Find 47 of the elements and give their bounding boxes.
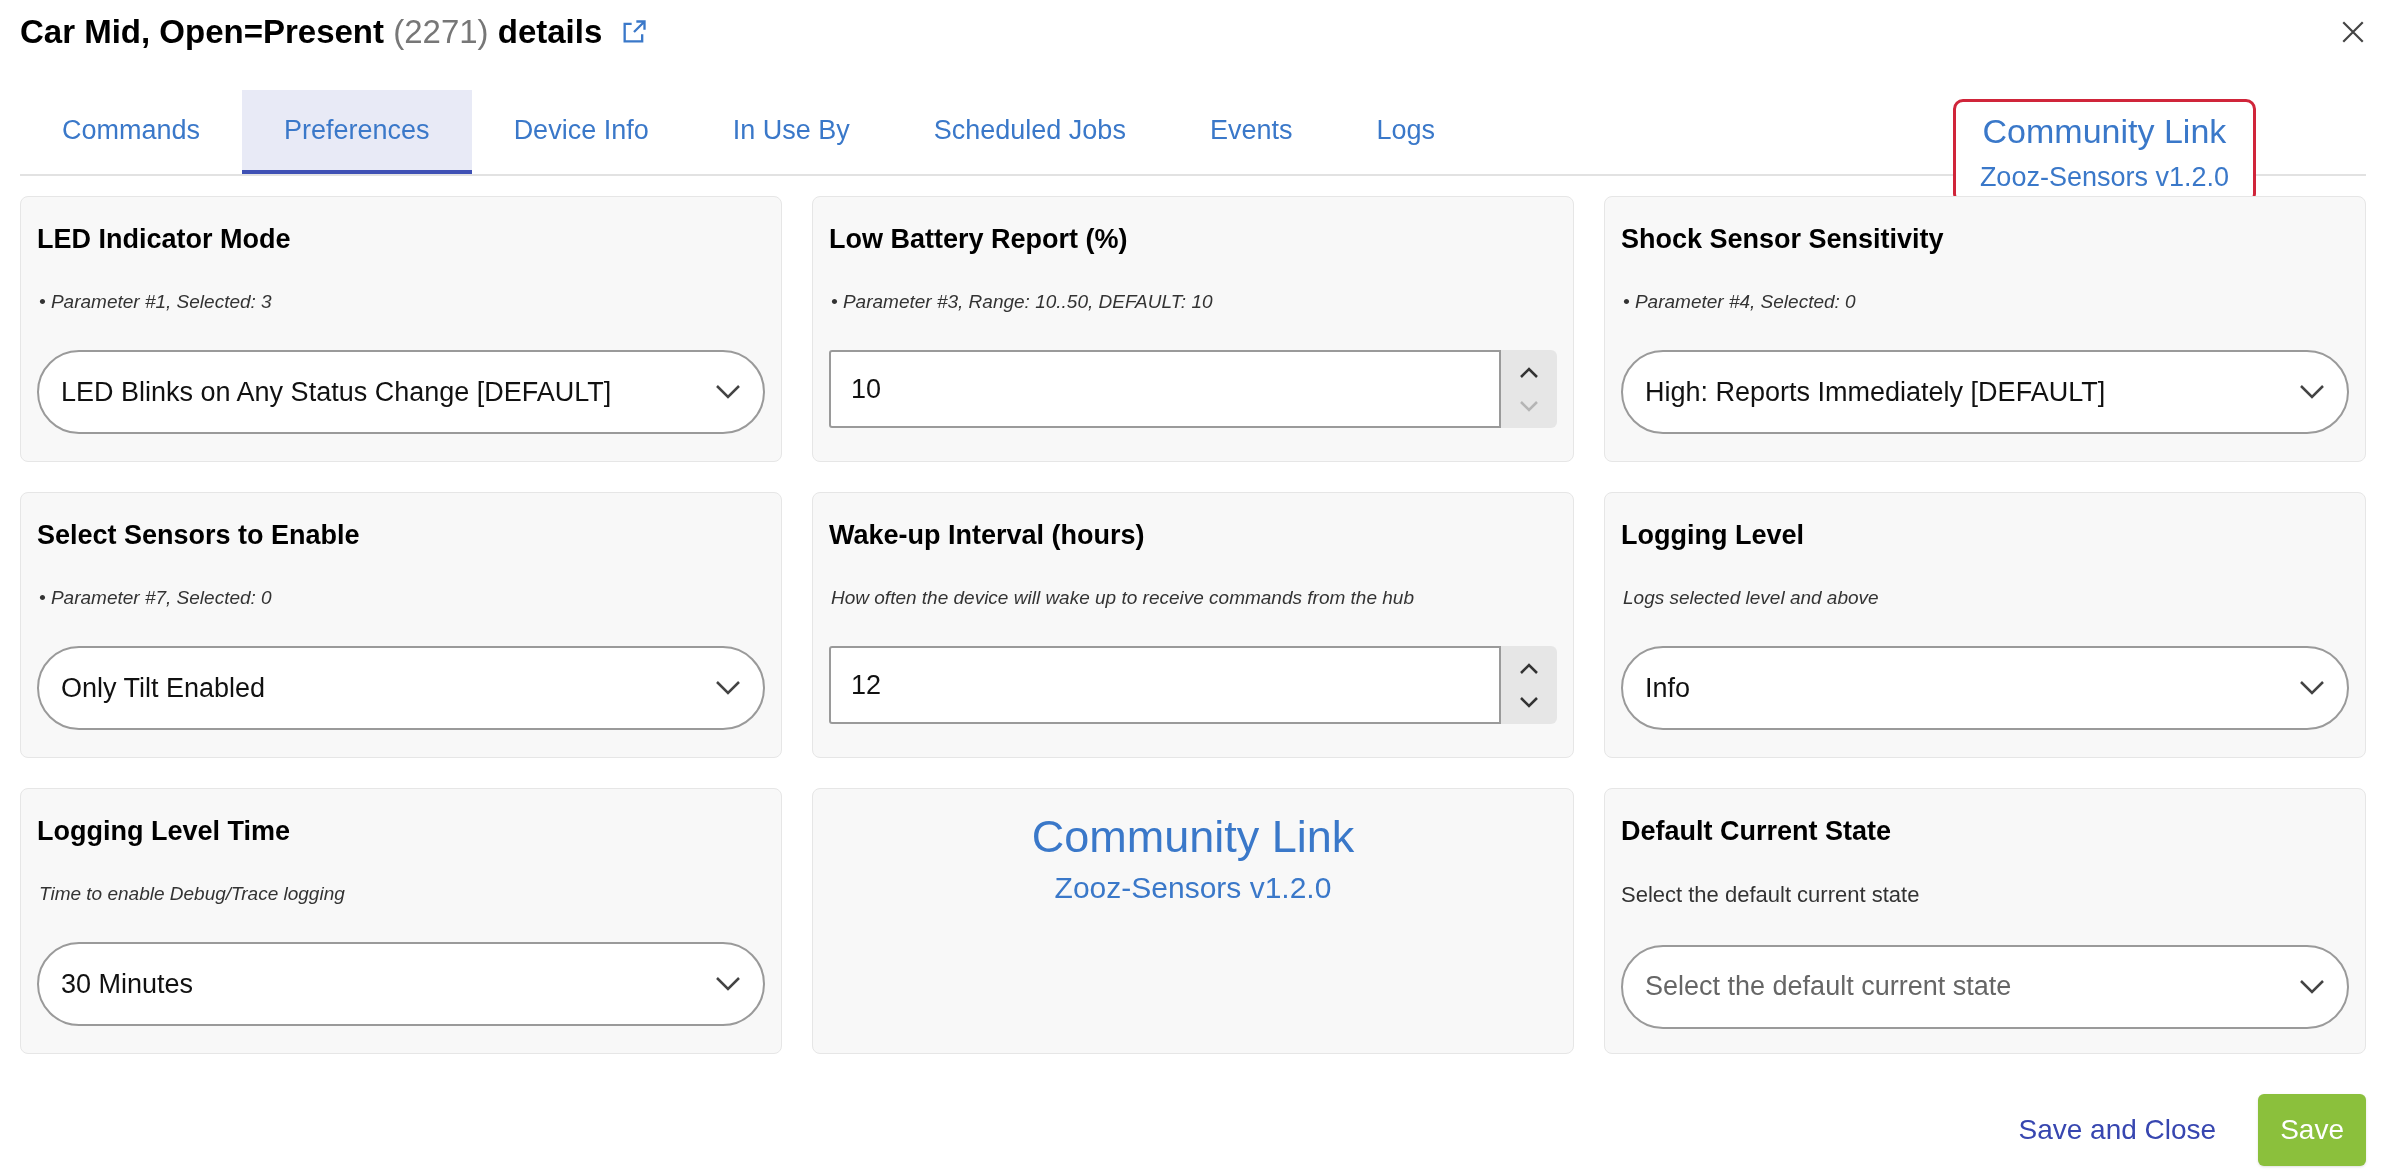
chevron-down-icon	[2299, 680, 2325, 696]
tab[interactable]: Preferences	[242, 90, 472, 174]
preference-title: LED Indicator Mode	[37, 223, 292, 256]
number-input[interactable]: 10	[829, 350, 1501, 428]
save-and-close-button[interactable]: Save and Close	[2018, 1094, 2217, 1166]
tab[interactable]: Scheduled Jobs	[891, 90, 1168, 174]
preference-title: Low Battery Report (%)	[829, 223, 1129, 256]
preference-title: Default Current State	[1621, 815, 1893, 848]
select-field[interactable]: Only Tilt Enabled	[37, 646, 765, 730]
dialog-title: Car Mid, Open=Present (2271) details	[20, 12, 603, 53]
help-text: Time to enable Debug/Trace logging	[38, 881, 346, 906]
increment-icon[interactable]	[1519, 366, 1539, 379]
select-field[interactable]: 30 Minutes	[37, 942, 765, 1026]
close-icon[interactable]	[2340, 19, 2366, 45]
community-link[interactable]: Community Link	[1982, 105, 2227, 157]
number-input[interactable]: 12	[829, 646, 1501, 724]
help-text: Select the default current state	[1621, 880, 1921, 909]
chevron-down-icon	[715, 384, 741, 400]
community-link[interactable]: Community Link	[1031, 809, 1355, 866]
decrement-icon[interactable]	[1519, 695, 1539, 708]
chevron-down-icon	[715, 976, 741, 992]
help-text: • Parameter #4, Selected: 0	[1622, 289, 1857, 314]
version-link[interactable]: Zooz-Sensors v1.2.0	[1979, 156, 2229, 197]
help-text: • Parameter #1, Selected: 3	[38, 289, 273, 314]
chevron-down-icon	[2299, 978, 2325, 995]
select-field[interactable]: High: Reports Immediately [DEFAULT]	[1621, 350, 2349, 434]
increment-icon[interactable]	[1519, 662, 1539, 675]
preference-title: Wake-up Interval (hours)	[829, 519, 1146, 552]
help-text: How often the device will wake up to receive commands from the hub	[830, 585, 1415, 610]
select-field[interactable]: LED Blinks on Any Status Change [DEFAULT]	[37, 350, 765, 434]
version-link[interactable]: Zooz-Sensors v1.2.0	[1054, 865, 1332, 911]
help-text: • Parameter #7, Selected: 0	[38, 585, 273, 610]
tab[interactable]: Device Info	[471, 90, 691, 174]
help-text: • Parameter #3, Range: 10..50, DEFAULT: 10	[830, 289, 1214, 314]
select-field[interactable]: Info	[1621, 646, 2349, 730]
select-field[interactable]: Select the default current state	[1621, 944, 2349, 1029]
tab[interactable]: Commands	[20, 90, 243, 174]
tab[interactable]: In Use By	[690, 90, 892, 174]
tab[interactable]: Logs	[1334, 90, 1477, 174]
tab[interactable]: Events	[1167, 90, 1335, 174]
chevron-down-icon	[2299, 384, 2325, 400]
preference-title: Logging Level Time	[37, 815, 292, 848]
preference-title: Logging Level	[1621, 519, 1805, 552]
preference-title: Shock Sensor Sensitivity	[1621, 223, 1945, 256]
preference-title: Select Sensors to Enable	[37, 519, 361, 552]
help-text: Logs selected level and above	[1622, 585, 1880, 610]
chevron-down-icon	[715, 680, 741, 696]
